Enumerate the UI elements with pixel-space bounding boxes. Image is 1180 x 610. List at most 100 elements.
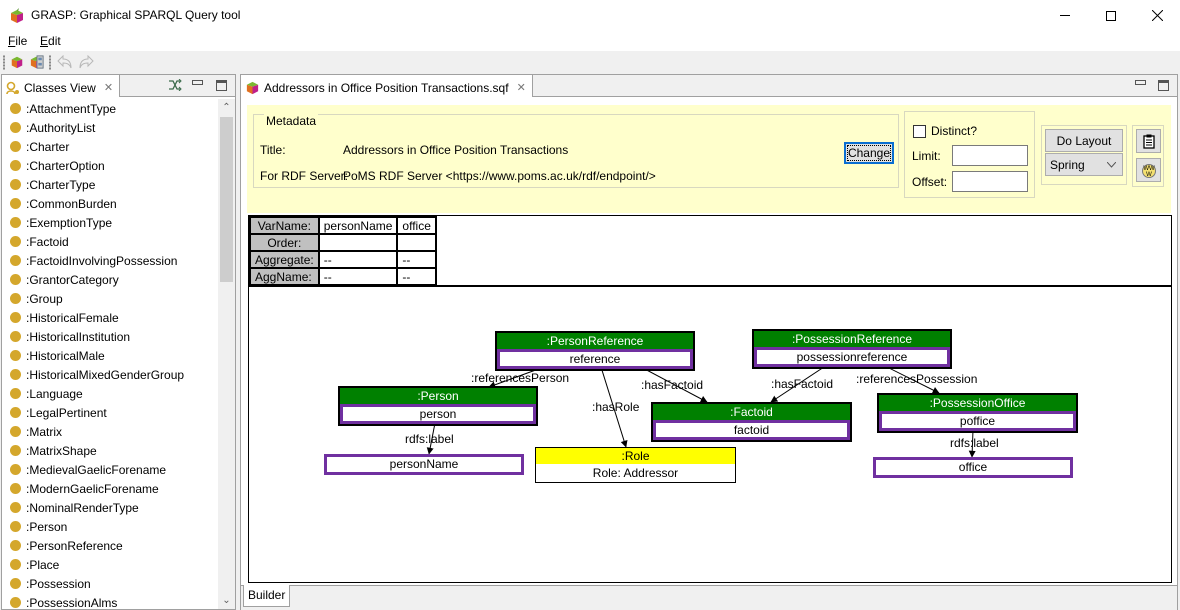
graph-node-personname[interactable]: personName (324, 454, 524, 475)
offset-label: Offset: (912, 175, 948, 189)
class-list-item[interactable]: :CharterOption (2, 156, 216, 175)
class-list-item[interactable]: :Matrix (2, 422, 216, 441)
minimize-button[interactable] (1042, 0, 1088, 31)
class-list-item[interactable]: :PersonReference (2, 536, 216, 555)
node-variable-label[interactable]: person (340, 404, 536, 424)
server-label: For RDF Server: (260, 169, 349, 183)
graph-node-factoid[interactable]: :Factoid factoid (651, 402, 852, 442)
order-cell[interactable] (396, 233, 437, 252)
classes-view-tabbar: Classes View ✕ (2, 75, 235, 97)
graph-node-possessionreference[interactable]: :PossessionReference possessionreference (752, 329, 952, 369)
tab-query-file[interactable]: Addressors in Office Position Transactio… (241, 75, 533, 97)
edge-label-hasfactoid: :hasFactoid (641, 378, 704, 392)
class-list-item[interactable]: :HistoricalFemale (2, 308, 216, 327)
class-list-item[interactable]: :Person (2, 517, 216, 536)
node-variable-label[interactable]: factoid (653, 420, 850, 440)
aggregate-cell[interactable]: -- (317, 250, 399, 269)
do-layout-button[interactable]: Do Layout (1045, 129, 1123, 152)
class-list-item[interactable]: :Charter (2, 137, 216, 156)
scroll-up-icon[interactable]: ⌃ (218, 99, 235, 116)
class-list-item-label: :HistoricalInstitution (26, 329, 131, 344)
class-list-item[interactable]: :Factoid (2, 232, 216, 251)
graph-node-personreference[interactable]: :PersonReference reference (495, 331, 695, 371)
web-query-button[interactable]: WW W (1136, 158, 1161, 182)
class-list-item[interactable]: :LegalPertinent (2, 403, 216, 422)
tab-builder[interactable]: Builder (243, 585, 291, 607)
class-list-item[interactable]: :PossessionAlms (2, 593, 216, 609)
class-list-item[interactable]: :Place (2, 555, 216, 574)
offset-input[interactable] (952, 171, 1028, 192)
maximize-button[interactable] (1088, 0, 1134, 31)
class-list-item[interactable]: :CharterType (2, 175, 216, 194)
chevron-down-icon (1107, 161, 1116, 168)
scroll-thumb[interactable] (220, 117, 233, 282)
aggregate-cell[interactable]: -- (396, 250, 437, 269)
class-list-item[interactable]: :NominalRenderType (2, 498, 216, 517)
graph-node-role[interactable]: :Role Role: Addressor (535, 447, 736, 483)
change-button[interactable]: Change (844, 142, 894, 164)
maximize-editor-button[interactable] (1155, 78, 1171, 92)
class-list-item-label: :AuthorityList (26, 120, 96, 135)
distinct-checkbox[interactable] (913, 125, 926, 138)
maximize-view-button[interactable] (213, 78, 229, 92)
toolbar-grip[interactable] (49, 55, 51, 70)
close-button[interactable] (1134, 0, 1180, 31)
limit-label: Limit: (912, 149, 941, 163)
class-icon (10, 141, 21, 152)
layout-algorithm-select[interactable]: Spring (1045, 153, 1123, 176)
order-cell[interactable] (317, 233, 399, 252)
class-list-item[interactable]: :HistoricalInstitution (2, 327, 216, 346)
node-variable-label[interactable]: possessionreference (754, 347, 950, 367)
varname-cell[interactable]: office (396, 216, 437, 235)
menu-edit[interactable]: Edit (40, 34, 61, 48)
graph-node-person[interactable]: :Person person (338, 386, 538, 426)
scroll-down-icon[interactable]: ⌄ (218, 592, 235, 609)
class-list-item[interactable]: :GrantorCategory (2, 270, 216, 289)
close-tab-icon[interactable]: ✕ (517, 81, 526, 94)
redo-button[interactable] (77, 54, 95, 70)
node-variable-label[interactable]: poffice (879, 411, 1076, 431)
minimize-view-button[interactable] (189, 78, 205, 92)
class-list-item[interactable]: :HistoricalMale (2, 346, 216, 365)
class-list-item[interactable]: :AuthorityList (2, 118, 216, 137)
node-variable-label[interactable]: reference (497, 349, 693, 369)
class-list-item[interactable]: :AttachmentType (2, 99, 216, 118)
class-list-item[interactable]: :Possession (2, 574, 216, 593)
class-list-item[interactable]: :MedievalGaelicForename (2, 460, 216, 479)
class-list-item[interactable]: :Language (2, 384, 216, 403)
limit-input[interactable] (952, 145, 1028, 166)
class-list-item[interactable]: :ModernGaelicForename (2, 479, 216, 498)
title-value: Addressors in Office Position Transactio… (343, 143, 569, 157)
sync-button[interactable] (167, 78, 183, 92)
close-tab-icon[interactable]: ✕ (104, 81, 113, 94)
class-list: :AttachmentType:AuthorityList:Charter:Ch… (2, 99, 216, 609)
class-list-item[interactable]: :ExemptionType (2, 213, 216, 232)
edge-label-referencesperson: :referencesPerson (471, 371, 570, 385)
open-query-button[interactable] (28, 54, 46, 70)
graph-node-possessionoffice[interactable]: :PossessionOffice poffice (877, 393, 1078, 433)
class-list-item-label: :NominalRenderType (26, 500, 139, 515)
graph-node-office[interactable]: office (873, 457, 1073, 478)
maximize-icon (215, 79, 227, 91)
menu-file[interactable]: File (8, 34, 27, 48)
class-list-item[interactable]: :Group (2, 289, 216, 308)
tab-classes-view-label: Classes View (24, 80, 96, 95)
varname-cell[interactable]: personName (317, 216, 399, 235)
undo-button[interactable] (56, 54, 74, 70)
class-list-scrollbar[interactable]: ⌃ ⌄ (218, 99, 235, 609)
copy-query-button[interactable] (1136, 129, 1161, 153)
toolbar-grip[interactable] (3, 55, 5, 70)
tab-classes-view[interactable]: Classes View ✕ (2, 75, 121, 97)
query-graph: :PersonReference reference :PossessionRe… (249, 288, 1171, 582)
class-list-item[interactable]: :MatrixShape (2, 441, 216, 460)
aggname-cell[interactable]: -- (317, 267, 399, 286)
minimize-editor-button[interactable] (1132, 78, 1148, 92)
aggname-cell[interactable]: -- (396, 267, 437, 286)
class-list-item[interactable]: :CommonBurden (2, 194, 216, 213)
class-list-item[interactable]: :FactoidInvolvingPossession (2, 251, 216, 270)
table-row: VarName: personName office (249, 216, 437, 235)
editor-bottom-tabbar: Builder (241, 585, 1177, 610)
new-query-button[interactable] (8, 54, 26, 70)
class-list-item[interactable]: :HistoricalMixedGenderGroup (2, 365, 216, 384)
edge-label-hasfactoid: :hasFactoid (771, 377, 834, 391)
